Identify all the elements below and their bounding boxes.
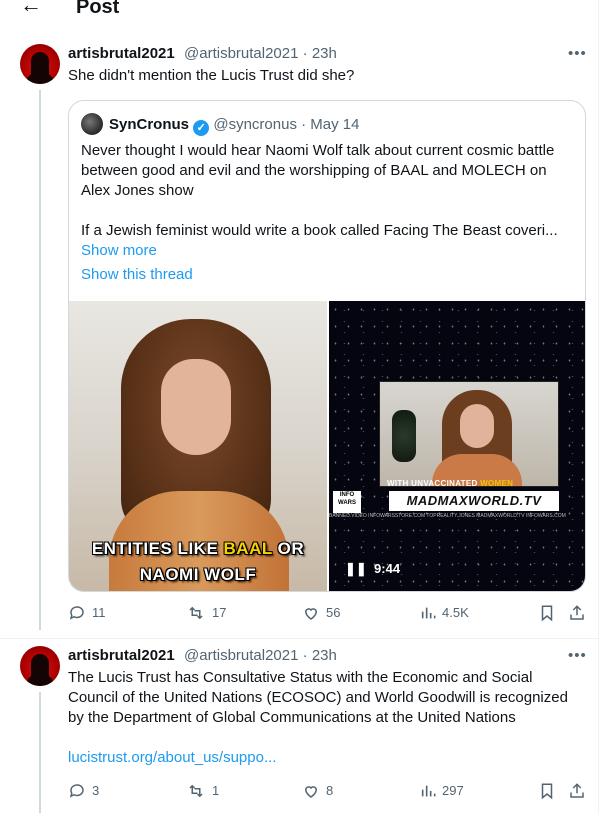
author-meta: @artisbrutal2021 · 23h [184, 44, 337, 64]
media-image-left[interactable]: ENTITIES LIKE BAAL OR NAOMI WOLF [69, 301, 327, 591]
avatar[interactable] [20, 646, 60, 686]
post-link[interactable]: lucistrust.org/about_us/suppo... [68, 748, 276, 768]
video-frame [379, 381, 559, 487]
views-button[interactable]: 297 [420, 781, 464, 801]
quote-author-name[interactable]: SynCronus [109, 116, 189, 133]
thread-line [39, 90, 41, 630]
video-logo: MADMAXWORLD.TV [389, 491, 559, 511]
pause-icon[interactable]: ❚❚ [345, 561, 367, 576]
post-text: The Lucis Trust has Consultative Status … [68, 669, 568, 726]
more-horizontal-icon[interactable]: ••• [568, 44, 587, 64]
divider [0, 638, 598, 639]
dot-separator: · [302, 647, 308, 664]
quote-header: SynCronus ✓ @syncronus · May 14 [109, 115, 360, 136]
thread-line [39, 692, 41, 813]
author-meta: @artisbrutal2021 · 23h [184, 646, 337, 666]
author-name[interactable]: artisbrutal2021 [68, 44, 175, 64]
like-button[interactable]: 8 [302, 781, 333, 801]
media-caption: ENTITIES LIKE BAAL OR [91, 539, 305, 558]
repost-button[interactable]: 1 [186, 781, 219, 801]
views-icon [421, 607, 436, 619]
page-title: Post [76, 0, 120, 18]
bookmark-icon[interactable] [538, 781, 556, 806]
author-handle[interactable]: @artisbrutal2021 [184, 45, 298, 62]
share-icon[interactable] [568, 781, 586, 806]
author-handle[interactable]: @artisbrutal2021 [184, 647, 298, 664]
repost-button[interactable]: 17 [186, 603, 226, 623]
show-more-link[interactable]: Show more [81, 241, 157, 261]
media-caption-line2: NAOMI WOLF [139, 565, 257, 584]
post-time[interactable]: 23h [312, 45, 337, 62]
video-banner: WITH UNVACCINATED WOMEN [387, 479, 514, 488]
arrow-left-icon[interactable]: ← [20, 0, 42, 16]
reply-button[interactable]: 3 [68, 781, 99, 801]
verified-badge-icon: ✓ [193, 120, 210, 136]
reply-icon [69, 784, 84, 798]
post-actions: 3 1 8 297 [68, 781, 588, 801]
author-name[interactable]: artisbrutal2021 [68, 646, 175, 666]
post-time[interactable]: 23h [312, 647, 337, 664]
quote-meta: @syncronus · May 14 [213, 116, 359, 133]
show-thread-link[interactable]: Show this thread [81, 265, 193, 285]
reply-icon [69, 606, 84, 620]
post-actions: 11 17 56 4.5K [68, 603, 588, 623]
like-button[interactable]: 56 [302, 603, 340, 623]
page-header: ← Post [0, 0, 598, 20]
quote-author-handle[interactable]: @syncronus [213, 116, 297, 133]
quote-text: Never thought I would hear Naomi Wolf ta… [81, 142, 555, 199]
quote-text-continued: If a Jewish feminist would write a book … [81, 222, 558, 239]
heart-icon [304, 786, 318, 798]
bookmark-icon[interactable] [538, 603, 556, 628]
views-icon [421, 785, 436, 797]
post-text: She didn't mention the Lucis Trust did s… [68, 67, 355, 84]
dot-separator: · [302, 45, 308, 62]
infowars-logo: INFO WARS [333, 491, 361, 513]
video-ticker: BANNED.VIDEO INFOWARSSTORE.COM TOPREALIT… [329, 513, 566, 519]
share-icon[interactable] [568, 603, 586, 628]
repost-icon [189, 784, 203, 798]
video-player[interactable]: WITH UNVACCINATED WOMEN INFO WARS MADMAX… [329, 301, 585, 591]
video-duration[interactable]: ❚❚ 9:44 [345, 561, 400, 577]
heart-icon [304, 608, 318, 620]
dot-separator: · [301, 116, 307, 133]
reply-button[interactable]: 11 [68, 603, 106, 623]
quote-avatar[interactable] [81, 113, 103, 135]
avatar[interactable] [20, 44, 60, 84]
quote-date[interactable]: May 14 [310, 116, 359, 133]
more-horizontal-icon[interactable]: ••• [568, 646, 587, 666]
views-button[interactable]: 4.5K [420, 603, 469, 623]
quoted-post[interactable]: SynCronus ✓ @syncronus · May 14 Never th… [68, 100, 586, 592]
repost-icon [189, 606, 203, 620]
